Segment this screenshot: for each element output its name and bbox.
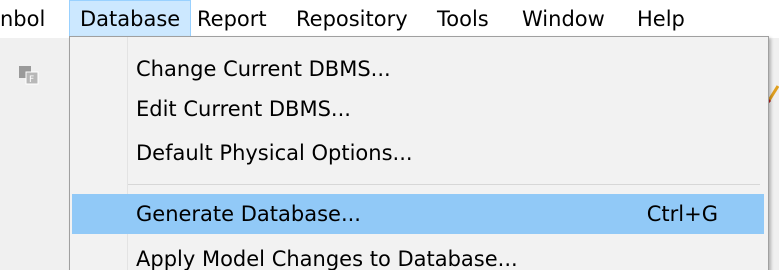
menu-item-shortcut: Ctrl+G <box>646 202 718 226</box>
menu-tools[interactable]: Tools <box>437 0 489 38</box>
menu-repository[interactable]: Repository <box>296 0 408 38</box>
application-window: nbol Database Report Repository Tools Wi… <box>0 0 779 270</box>
menu-item-label: Generate Database... <box>136 202 361 226</box>
svg-text:F: F <box>29 75 34 85</box>
menu-separator <box>128 184 760 185</box>
database-menu: Change Current DBMS... Edit Current DBMS… <box>69 36 769 270</box>
menu-item-label: Apply Model Changes to Database... <box>136 247 518 270</box>
menu-report[interactable]: Report <box>197 0 267 38</box>
menu-window[interactable]: Window <box>522 0 605 38</box>
menu-item-default-physical-options[interactable]: Default Physical Options... <box>72 133 764 173</box>
menu-item-generate-database[interactable]: Generate Database... Ctrl+G <box>72 194 764 234</box>
menu-item-label: Change Current DBMS... <box>136 57 391 81</box>
menu-help[interactable]: Help <box>637 0 685 38</box>
menu-bar: nbol Database Report Repository Tools Wi… <box>0 0 779 38</box>
menu-item-label: Default Physical Options... <box>136 141 413 165</box>
menu-item-apply-model-changes[interactable]: Apply Model Changes to Database... <box>72 239 764 270</box>
menu-item-edit-current-dbms[interactable]: Edit Current DBMS... <box>72 89 764 129</box>
menu-item-label: Edit Current DBMS... <box>136 97 351 121</box>
menu-database[interactable]: Database <box>69 0 192 38</box>
format-icon[interactable]: F <box>18 64 40 86</box>
menu-item-change-current-dbms[interactable]: Change Current DBMS... <box>72 49 764 89</box>
menu-symbol[interactable]: nbol <box>0 0 45 38</box>
